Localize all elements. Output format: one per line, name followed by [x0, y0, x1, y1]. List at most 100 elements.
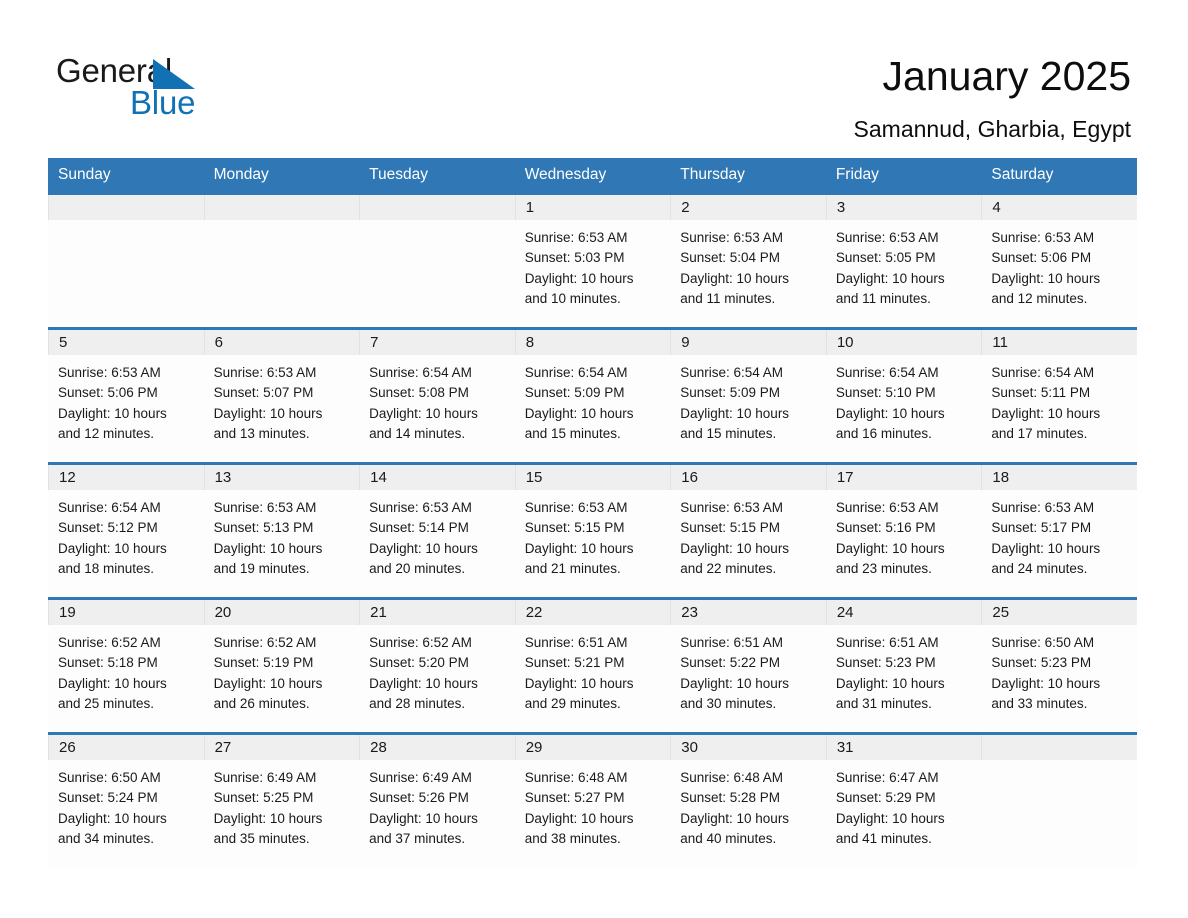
daylight-text-line1: Daylight: 10 hours	[680, 405, 790, 421]
calendar-day-cell[interactable]: 10 Sunrise: 6:54 AM Sunset: 5:10 PM Dayligh…	[825, 327, 982, 462]
daylight-text-line2: and 26 minutes.	[213, 695, 310, 711]
day-details: Sunrise: 6:48 AM Sunset: 5:27 PM Daylight:…	[515, 760, 671, 849]
day-details: Sunrise: 6:53 AM Sunset: 5:03 PM Daylight:…	[515, 220, 671, 309]
calendar-day-cell[interactable]: 23 Sunrise: 6:51 AM Sunset: 5:22 PM Dayligh…	[670, 597, 826, 732]
daylight-text-line1: Daylight: 10 hours	[524, 405, 634, 421]
sunset-text: Sunset: 5:21 PM	[524, 655, 625, 671]
day-cell-inner: 9 Sunrise: 6:54 AM Sunset: 5:09 PM Daylight…	[670, 327, 826, 462]
daylight-text-line1: Daylight: 10 hours	[680, 810, 790, 826]
calendar-day-cell[interactable]: 15 Sunrise: 6:53 AM Sunset: 5:15 PM Dayligh…	[514, 462, 671, 597]
day-number: 1	[514, 195, 671, 220]
page-title: January 2025	[882, 53, 1131, 99]
day-number: 26	[48, 735, 204, 760]
calendar-day-cell[interactable]: 7 Sunrise: 6:54 AM Sunset: 5:08 PM Daylight…	[359, 327, 515, 462]
day-cell-inner: 15 Sunrise: 6:53 AM Sunset: 5:15 PM Dayligh…	[514, 462, 671, 597]
day-cell-inner: 21 Sunrise: 6:52 AM Sunset: 5:20 PM Dayligh…	[359, 597, 515, 732]
weekday-header-saturday: Saturday	[981, 158, 1137, 192]
day-details: Sunrise: 6:53 AM Sunset: 5:05 PM Daylight:…	[826, 220, 982, 309]
calendar-day-cell[interactable]: 9 Sunrise: 6:54 AM Sunset: 5:09 PM Daylight…	[670, 327, 826, 462]
sunset-text: Sunset: 5:06 PM	[58, 385, 158, 401]
day-cell-inner: 8 Sunrise: 6:54 AM Sunset: 5:09 PM Daylight…	[514, 327, 671, 462]
day-number: 10	[825, 330, 982, 355]
calendar-day-cell[interactable]: 28 Sunrise: 6:49 AM Sunset: 5:26 PM Dayligh…	[359, 732, 515, 867]
daylight-text-line2: and 10 minutes.	[524, 290, 621, 306]
sunset-text: Sunset: 5:23 PM	[835, 655, 936, 671]
calendar-day-cell[interactable]: 16 Sunrise: 6:53 AM Sunset: 5:15 PM Dayligh…	[670, 462, 826, 597]
calendar-day-cell[interactable]: 13 Sunrise: 6:53 AM Sunset: 5:13 PM Dayligh…	[203, 462, 360, 597]
day-cell-inner: 2 Sunrise: 6:53 AM Sunset: 5:04 PM Daylight…	[670, 192, 826, 327]
sunset-text: Sunset: 5:18 PM	[58, 655, 158, 671]
calendar-day-cell[interactable]: 4 Sunrise: 6:53 AM Sunset: 5:06 PM Daylight…	[981, 192, 1137, 327]
daylight-text-line1: Daylight: 10 hours	[680, 540, 790, 556]
sunset-text: Sunset: 5:10 PM	[835, 385, 936, 401]
calendar-day-cell[interactable]: 6 Sunrise: 6:53 AM Sunset: 5:07 PM Daylight…	[203, 327, 360, 462]
weekday-header-sunday: Sunday	[48, 158, 204, 192]
calendar-day-cell[interactable]: 11 Sunrise: 6:54 AM Sunset: 5:11 PM Dayligh…	[981, 327, 1137, 462]
calendar-day-cell[interactable]: 22 Sunrise: 6:51 AM Sunset: 5:21 PM Dayligh…	[514, 597, 671, 732]
daylight-text-line1: Daylight: 10 hours	[369, 405, 478, 421]
day-number: 18	[981, 465, 1137, 490]
weekday-header-monday: Monday	[203, 158, 360, 192]
calendar-day-cell[interactable]: 26 Sunrise: 6:50 AM Sunset: 5:24 PM Dayligh…	[48, 732, 204, 867]
calendar-day-cell[interactable]: 19 Sunrise: 6:52 AM Sunset: 5:18 PM Dayligh…	[48, 597, 204, 732]
daylight-text-line2: and 20 minutes.	[369, 560, 466, 576]
day-number: 22	[514, 600, 671, 625]
calendar-page: General Blue January 2025 Samannud, Ghar…	[0, 0, 1188, 918]
day-cell-inner: 13 Sunrise: 6:53 AM Sunset: 5:13 PM Dayligh…	[203, 462, 360, 597]
calendar-day-cell[interactable]: 8 Sunrise: 6:54 AM Sunset: 5:09 PM Daylight…	[514, 327, 671, 462]
calendar-day-cell[interactable]: 17 Sunrise: 6:53 AM Sunset: 5:16 PM Dayligh…	[825, 462, 982, 597]
calendar-day-cell[interactable]: 2 Sunrise: 6:53 AM Sunset: 5:04 PM Daylight…	[670, 192, 826, 327]
sunrise-text: Sunrise: 6:50 AM	[991, 635, 1095, 650]
day-details: Sunrise: 6:53 AM Sunset: 5:06 PM Daylight:…	[48, 355, 204, 444]
calendar-day-cell[interactable]: 31 Sunrise: 6:47 AM Sunset: 5:29 PM Dayligh…	[825, 732, 982, 867]
sunset-text: Sunset: 5:19 PM	[213, 655, 314, 671]
daylight-text-line2: and 31 minutes.	[835, 695, 932, 711]
calendar-day-cell[interactable]: 27 Sunrise: 6:49 AM Sunset: 5:25 PM Dayligh…	[203, 732, 360, 867]
calendar-day-cell[interactable]: 25 Sunrise: 6:50 AM Sunset: 5:23 PM Dayligh…	[981, 597, 1137, 732]
calendar-day-cell[interactable]: 29 Sunrise: 6:48 AM Sunset: 5:27 PM Dayligh…	[514, 732, 671, 867]
day-details: Sunrise: 6:54 AM Sunset: 5:09 PM Daylight:…	[515, 355, 671, 444]
daylight-text-line2: and 12 minutes.	[991, 290, 1088, 306]
daylight-text-line1: Daylight: 10 hours	[835, 810, 945, 826]
day-number: 2	[670, 195, 826, 220]
day-number: 8	[514, 330, 671, 355]
calendar-empty-cell	[203, 192, 360, 327]
daylight-text-line1: Daylight: 10 hours	[991, 405, 1101, 421]
calendar-day-cell[interactable]: 30 Sunrise: 6:48 AM Sunset: 5:28 PM Dayligh…	[670, 732, 826, 867]
sunset-text: Sunset: 5:03 PM	[524, 250, 625, 266]
day-cell-inner	[981, 732, 1137, 867]
day-details: Sunrise: 6:48 AM Sunset: 5:28 PM Daylight:…	[670, 760, 826, 849]
day-cell-inner: 10 Sunrise: 6:54 AM Sunset: 5:10 PM Dayligh…	[825, 327, 982, 462]
day-details: Sunrise: 6:52 AM Sunset: 5:18 PM Daylight:…	[48, 625, 204, 714]
calendar-empty-cell	[981, 732, 1137, 867]
calendar-day-cell[interactable]: 14 Sunrise: 6:53 AM Sunset: 5:14 PM Dayligh…	[359, 462, 515, 597]
sunrise-text: Sunrise: 6:53 AM	[991, 500, 1095, 515]
calendar-day-cell[interactable]: 5 Sunrise: 6:53 AM Sunset: 5:06 PM Daylight…	[48, 327, 204, 462]
day-number: 9	[670, 330, 826, 355]
day-number: 24	[825, 600, 982, 625]
sunrise-text: Sunrise: 6:53 AM	[369, 500, 472, 515]
sunset-text: Sunset: 5:29 PM	[835, 790, 936, 806]
calendar-day-cell[interactable]: 20 Sunrise: 6:52 AM Sunset: 5:19 PM Dayligh…	[203, 597, 360, 732]
sunrise-text: Sunrise: 6:53 AM	[524, 230, 628, 245]
day-number	[981, 735, 1137, 760]
sunset-text: Sunset: 5:07 PM	[213, 385, 314, 401]
calendar-day-cell[interactable]: 1 Sunrise: 6:53 AM Sunset: 5:03 PM Daylight…	[514, 192, 671, 327]
day-number: 21	[359, 600, 515, 625]
calendar-day-cell[interactable]: 24 Sunrise: 6:51 AM Sunset: 5:23 PM Dayligh…	[825, 597, 982, 732]
daylight-text-line1: Daylight: 10 hours	[991, 540, 1101, 556]
sunset-text: Sunset: 5:06 PM	[991, 250, 1092, 266]
calendar-day-cell[interactable]: 18 Sunrise: 6:53 AM Sunset: 5:17 PM Dayligh…	[981, 462, 1137, 597]
sunset-text: Sunset: 5:12 PM	[58, 520, 158, 536]
calendar-day-cell[interactable]: 21 Sunrise: 6:52 AM Sunset: 5:20 PM Dayligh…	[359, 597, 515, 732]
daylight-text-line1: Daylight: 10 hours	[369, 540, 478, 556]
day-cell-inner: 31 Sunrise: 6:47 AM Sunset: 5:29 PM Dayligh…	[825, 732, 982, 867]
calendar-day-cell[interactable]: 3 Sunrise: 6:53 AM Sunset: 5:05 PM Daylight…	[825, 192, 982, 327]
calendar-table: Sunday Monday Tuesday Wednesday Thursday Frid…	[48, 158, 1137, 867]
calendar-day-cell[interactable]: 12 Sunrise: 6:54 AM Sunset: 5:12 PM Dayligh…	[48, 462, 204, 597]
calendar-empty-cell	[48, 192, 204, 327]
daylight-text-line1: Daylight: 10 hours	[835, 405, 945, 421]
day-number: 17	[825, 465, 982, 490]
daylight-text-line1: Daylight: 10 hours	[58, 540, 167, 556]
day-number: 3	[825, 195, 982, 220]
